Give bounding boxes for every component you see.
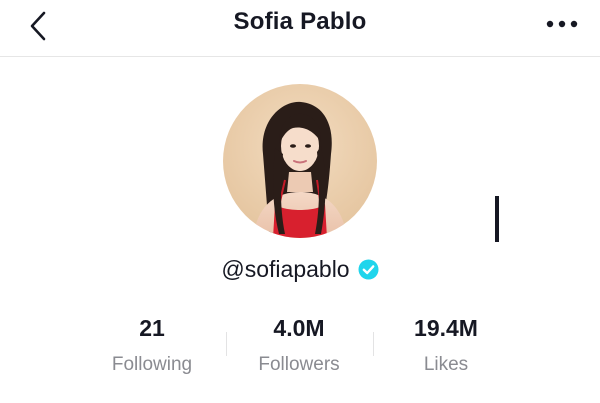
likes-count: 19.4M: [414, 315, 478, 341]
more-horizontal-icon: [546, 20, 578, 28]
followers-count: 4.0M: [273, 315, 325, 341]
page-title: Sofia Pablo: [233, 8, 367, 35]
stats-divider: [373, 332, 374, 356]
profile-stats: 21 Following 4.0M Followers 19.4M Likes: [0, 312, 600, 382]
more-options-button[interactable]: [542, 9, 582, 39]
username-row: @sofiapablo: [0, 256, 600, 283]
followers-stat[interactable]: 4.0M Followers: [229, 312, 369, 380]
following-count: 21: [139, 315, 165, 341]
profile-photo: [223, 84, 377, 238]
top-navigation-bar: Sofia Pablo: [0, 0, 600, 57]
following-stat[interactable]: 21 Following: [82, 312, 222, 380]
text-cursor: [495, 196, 499, 242]
likes-stat[interactable]: 19.4M Likes: [376, 312, 516, 380]
following-label: Following: [111, 354, 193, 375]
followers-label: Followers: [258, 354, 340, 375]
stats-divider: [226, 332, 227, 356]
username: @sofiapablo: [221, 256, 350, 282]
verified-badge-icon: [358, 259, 379, 280]
likes-label: Likes: [423, 354, 469, 375]
profile-screen: Sofia Pablo @sofiapablo 21 Following 4.0…: [0, 0, 600, 403]
avatar[interactable]: [223, 84, 377, 238]
